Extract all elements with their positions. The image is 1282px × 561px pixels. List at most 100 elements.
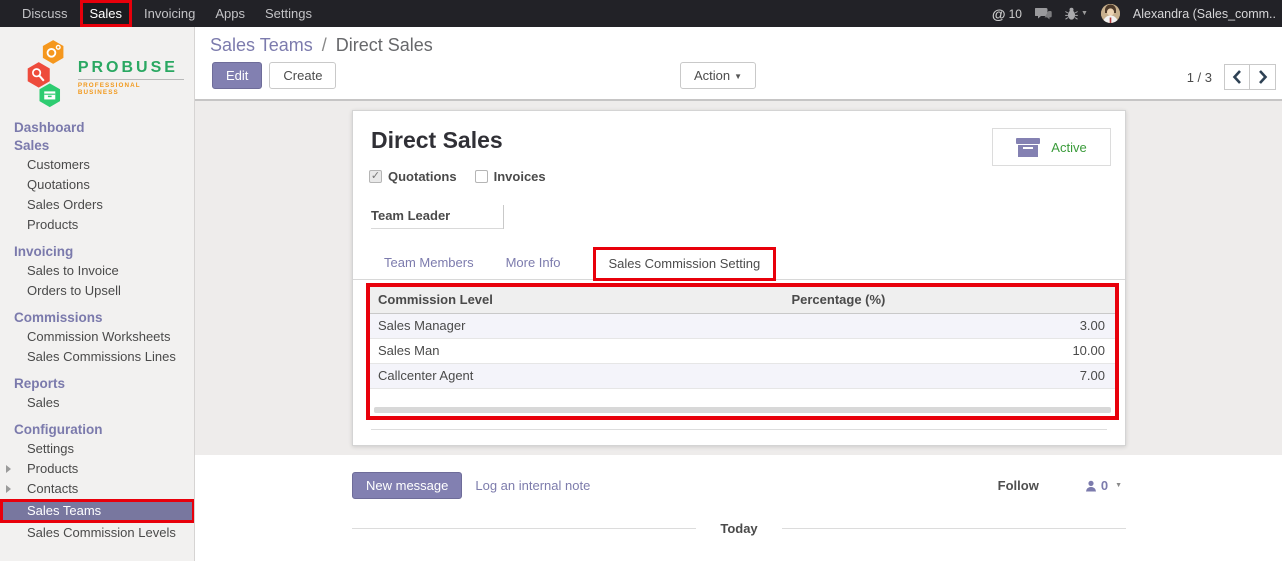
field-separator: [503, 205, 504, 229]
sidebar-item-sales-teams[interactable]: Sales Teams: [0, 499, 195, 523]
followers-count: 0: [1101, 478, 1108, 493]
expand-caret-icon: [6, 485, 11, 493]
create-button[interactable]: Create: [269, 62, 336, 89]
messages-icon[interactable]: [1035, 7, 1052, 21]
active-stat-button[interactable]: Active: [992, 128, 1111, 166]
debug-menu[interactable]: ▼: [1065, 7, 1088, 21]
probuse-logo: PROBUSE PROFESSIONAL BUSINESS: [26, 39, 184, 109]
tab-sales-commission-setting[interactable]: Sales Commission Setting: [593, 247, 777, 281]
tab-team-members[interactable]: Team Members: [384, 255, 474, 270]
caret-down-icon: ▼: [734, 72, 742, 81]
caret-down-icon: ▼: [1081, 10, 1088, 17]
form-sheet-background: Direct Sales ✓ Quotations Invoices: [195, 101, 1282, 455]
table-row[interactable]: Sales Man 10.00: [370, 338, 1115, 363]
sidebar-header-reports[interactable]: Reports: [0, 375, 194, 393]
chevron-right-icon: [1258, 70, 1268, 84]
sidebar-item-contacts[interactable]: Contacts: [0, 479, 194, 499]
edit-button[interactable]: Edit: [212, 62, 262, 89]
chevron-left-icon: [1232, 70, 1242, 84]
sidebar-header-commissions[interactable]: Commissions: [0, 309, 194, 327]
log-internal-note-link[interactable]: Log an internal note: [475, 478, 590, 493]
table-row[interactable]: Sales Manager 3.00: [370, 313, 1115, 338]
commission-level-cell: Callcenter Agent: [370, 363, 783, 388]
sidebar-item-commission-worksheets[interactable]: Commission Worksheets: [0, 327, 194, 347]
date-divider: Today: [352, 521, 1126, 536]
nav-item-apps[interactable]: Apps: [205, 0, 255, 27]
brand-tagline: PROFESSIONAL BUSINESS: [78, 82, 184, 96]
user-icon: [1085, 480, 1097, 492]
sidebar-item-settings[interactable]: Settings: [0, 439, 194, 459]
activities-counter[interactable]: @ 10: [992, 6, 1022, 22]
column-commission-level[interactable]: Commission Level: [370, 287, 783, 313]
sidebar-item-quotations[interactable]: Quotations: [0, 175, 194, 195]
percentage-cell: 3.00: [783, 313, 1115, 338]
sidebar-item-customers[interactable]: Customers: [0, 155, 194, 175]
bug-icon: [1065, 7, 1078, 21]
avatar[interactable]: [1101, 4, 1120, 23]
sidebar-item-reports-sales[interactable]: Sales: [0, 393, 194, 413]
commission-level-cell: Sales Manager: [370, 313, 783, 338]
table-header-row: Commission Level Percentage (%): [370, 287, 1115, 313]
caret-down-icon: ▼: [1115, 482, 1122, 489]
follow-button[interactable]: Follow: [998, 478, 1039, 493]
quotations-label: Quotations: [388, 169, 457, 184]
quotations-checkbox[interactable]: ✓: [369, 170, 382, 183]
active-label: Active: [1051, 140, 1086, 155]
sidebar-item-config-products[interactable]: Products: [0, 459, 194, 479]
sidebar-header-configuration[interactable]: Configuration: [0, 421, 194, 439]
quotations-option: ✓ Quotations: [369, 169, 457, 184]
table-row[interactable]: Callcenter Agent 7.00: [370, 363, 1115, 388]
activities-count: 10: [1009, 7, 1022, 21]
sales-team-form-card: Direct Sales ✓ Quotations Invoices: [352, 110, 1126, 446]
pager-previous-button[interactable]: [1224, 64, 1250, 90]
new-message-button[interactable]: New message: [352, 472, 462, 499]
pager-next-button[interactable]: [1250, 64, 1276, 90]
followers-button[interactable]: 0 ▼: [1085, 478, 1122, 493]
horizontal-scrollbar[interactable]: [374, 407, 1111, 413]
invoices-label: Invoices: [494, 169, 546, 184]
breadcrumb-sales-teams[interactable]: Sales Teams: [210, 35, 313, 55]
sidebar-item-products[interactable]: Products: [0, 215, 194, 235]
percentage-cell: 10.00: [783, 338, 1115, 363]
sidebar-item-sales-commissions-lines[interactable]: Sales Commissions Lines: [0, 347, 194, 367]
page-title: Direct Sales: [371, 127, 503, 154]
app-menu: Discuss Sales Invoicing Apps Settings: [12, 0, 322, 27]
pager: 1 / 3: [1187, 64, 1276, 90]
column-percentage[interactable]: Percentage (%): [783, 287, 1115, 313]
expand-caret-icon: [6, 465, 11, 473]
brand-name: PROBUSE: [78, 59, 184, 80]
action-dropdown[interactable]: Action▼: [680, 62, 756, 89]
team-leader-label: Team Leader: [371, 208, 503, 229]
sidebar-item-sales-orders[interactable]: Sales Orders: [0, 195, 194, 215]
tab-more-info[interactable]: More Info: [506, 255, 561, 270]
notebook-tabs: Team Members More Info Sales Commission …: [353, 246, 1125, 280]
sidebar-header-invoicing[interactable]: Invoicing: [0, 243, 194, 261]
sidebar-item-orders-to-upsell[interactable]: Orders to Upsell: [0, 281, 194, 301]
commission-table: Commission Level Percentage (%) Sales Ma…: [366, 283, 1119, 420]
user-menu[interactable]: Alexandra (Sales_comm..: [1133, 7, 1276, 21]
sidebar-item-sales-to-invoice[interactable]: Sales to Invoice: [0, 261, 194, 281]
nav-item-sales[interactable]: Sales: [80, 0, 133, 27]
date-divider-label: Today: [696, 521, 781, 536]
invoices-option: Invoices: [475, 169, 546, 184]
percentage-cell: 7.00: [783, 363, 1115, 388]
sidebar-item-sales-commission-levels[interactable]: Sales Commission Levels: [0, 523, 194, 543]
sidebar-header-sales[interactable]: Sales: [0, 137, 194, 155]
pager-value[interactable]: 1 / 3: [1187, 70, 1212, 85]
main-area: Sales Teams / Direct Sales Edit Create A…: [195, 27, 1282, 561]
breadcrumb: Sales Teams / Direct Sales: [210, 35, 433, 56]
invoices-checkbox[interactable]: [475, 170, 488, 183]
nav-item-discuss[interactable]: Discuss: [12, 0, 78, 27]
team-leader-value: [511, 207, 911, 227]
odoo-sales-team-form-screen: Discuss Sales Invoicing Apps Settings @ …: [0, 0, 1282, 561]
breadcrumb-current: Direct Sales: [336, 35, 433, 55]
nav-item-settings[interactable]: Settings: [255, 0, 322, 27]
breadcrumb-separator: /: [318, 35, 331, 55]
nav-item-invoicing[interactable]: Invoicing: [134, 0, 205, 27]
archive-icon: [1016, 138, 1040, 157]
sidebar-menu: Dashboard Sales Customers Quotations Sal…: [0, 119, 194, 543]
at-icon: @: [992, 6, 1006, 22]
control-panel: Sales Teams / Direct Sales Edit Create A…: [195, 27, 1282, 101]
sidebar-item-dashboard[interactable]: Dashboard: [0, 119, 194, 137]
probuse-logo-icon: [26, 39, 72, 109]
